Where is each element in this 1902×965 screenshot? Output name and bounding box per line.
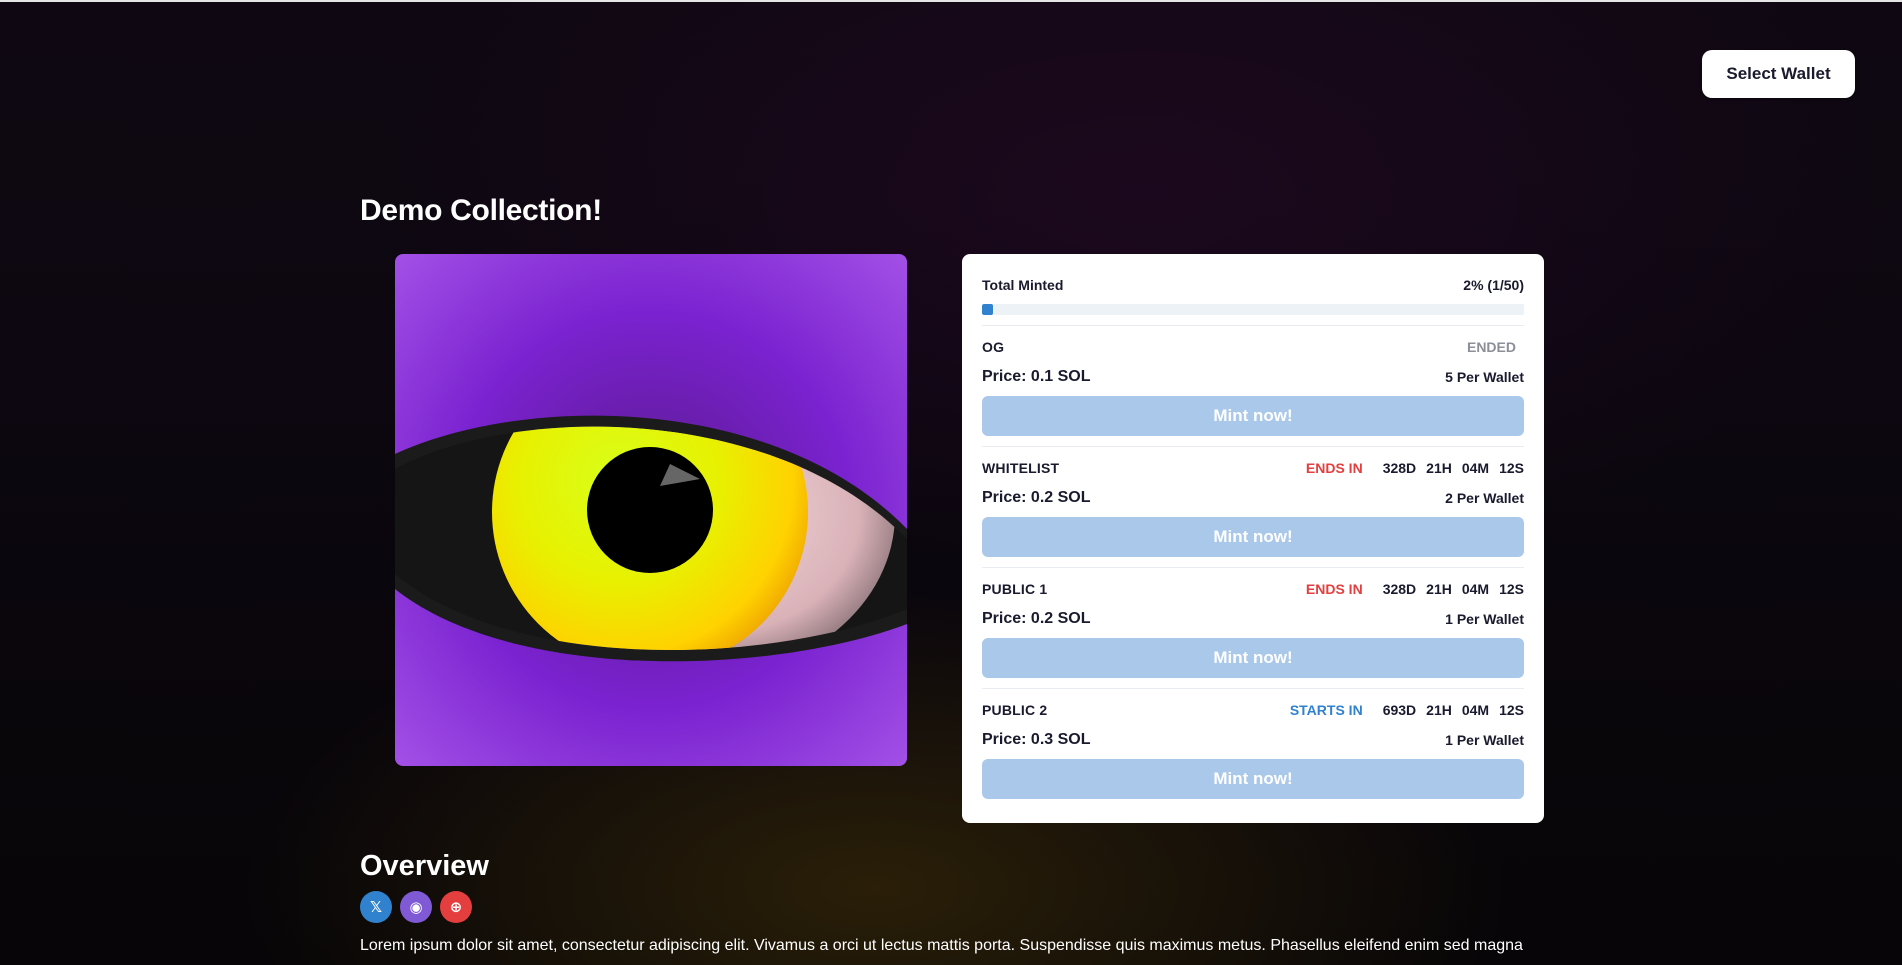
phase-header: WHITELIST ENDS IN 328D 21H 04M 12S — [982, 457, 1524, 479]
top-border — [0, 0, 1902, 2]
phase-per-wallet: 2 Per Wallet — [1445, 490, 1524, 506]
phase-price: Price: 0.1 SOL — [982, 368, 1091, 385]
countdown-segment: 04M — [1461, 581, 1490, 597]
phase-details: Price: 0.3 SOL 1 Per Wallet — [982, 729, 1524, 751]
phase-price: Price: 0.3 SOL — [982, 731, 1091, 748]
mint-now-button[interactable]: Mint now! — [982, 396, 1524, 436]
phase-price: Price: 0.2 SOL — [982, 610, 1091, 627]
mint-phase: PUBLIC 2 STARTS IN 693D 21H 04M 12S Price: 0.3… — [982, 689, 1524, 799]
phase-details: Price: 0.2 SOL 1 Per Wallet — [982, 608, 1524, 630]
globe-icon[interactable]: ⊕ — [440, 891, 472, 923]
countdown-segment: 12S — [1499, 581, 1524, 597]
phase-per-wallet: 5 Per Wallet — [1445, 369, 1524, 385]
x-twitter-icon[interactable]: 𝕏 — [360, 891, 392, 923]
total-minted-label: Total Minted — [982, 277, 1064, 293]
phase-status: STARTS IN 693D 21H 04M 12S — [1290, 702, 1524, 718]
countdown-segment: 693D — [1382, 702, 1417, 718]
mint-now-button[interactable]: Mint now! — [982, 759, 1524, 799]
phase-status-label: ENDS IN — [1305, 460, 1363, 476]
phase-name: PUBLIC 2 — [982, 702, 1048, 718]
countdown-segment: 12S — [1499, 702, 1524, 718]
countdown-segment: 328D — [1382, 581, 1417, 597]
countdown-segment: 04M — [1461, 460, 1490, 476]
phase-price: Price: 0.2 SOL — [982, 489, 1091, 506]
phase-per-wallet: 1 Per Wallet — [1445, 611, 1524, 627]
phase-status-label: STARTS IN — [1289, 702, 1363, 718]
overview-heading: Overview — [360, 850, 489, 882]
phase-details: Price: 0.1 SOL 5 Per Wallet — [982, 366, 1524, 388]
mint-now-button[interactable]: Mint now! — [982, 517, 1524, 557]
countdown-segment: 21H — [1426, 460, 1452, 476]
phase-status: ENDS IN 328D 21H 04M 12S — [1306, 460, 1524, 476]
countdown-segment: 04M — [1461, 702, 1490, 718]
countdown-segment: 12S — [1499, 460, 1524, 476]
countdown-segment: 328D — [1382, 460, 1417, 476]
discord-icon[interactable]: ◉ — [400, 891, 432, 923]
phase-status-label: ENDS IN — [1305, 581, 1363, 597]
phase-per-wallet: 1 Per Wallet — [1445, 732, 1524, 748]
collection-image — [395, 254, 907, 766]
collection-title: Demo Collection! — [360, 194, 602, 227]
collection-description: Lorem ipsum dolor sit amet, consectetur … — [360, 937, 1523, 954]
total-minted-value: 2% (1/50) — [1463, 277, 1524, 293]
select-wallet-button[interactable]: Select Wallet — [1702, 50, 1855, 98]
mint-progress-bar — [982, 304, 1524, 315]
mint-panel: Total Minted 2% (1/50) OG ENDED Price: 0.1… — [962, 254, 1544, 823]
total-minted-row: Total Minted 2% (1/50) — [982, 274, 1524, 296]
phase-name: WHITELIST — [982, 460, 1060, 476]
phase-name: PUBLIC 1 — [982, 581, 1048, 597]
mint-now-button[interactable]: Mint now! — [982, 638, 1524, 678]
social-links: 𝕏 ◉ ⊕ — [360, 891, 472, 923]
phase-details: Price: 0.2 SOL 2 Per Wallet — [982, 487, 1524, 509]
mint-phase: WHITELIST ENDS IN 328D 21H 04M 12S Price: 0.2 … — [982, 447, 1524, 568]
phase-status: ENDED — [1467, 339, 1524, 355]
phase-header: PUBLIC 1 ENDS IN 328D 21H 04M 12S — [982, 578, 1524, 600]
phase-header: OG ENDED — [982, 336, 1524, 358]
mint-progress-fill — [982, 304, 993, 315]
mint-phase: OG ENDED Price: 0.1 SOL 5 Per Wallet Mint no… — [982, 326, 1524, 447]
phase-name: OG — [982, 339, 1005, 355]
phase-status: ENDS IN 328D 21H 04M 12S — [1306, 581, 1524, 597]
countdown-segment: 21H — [1426, 581, 1452, 597]
countdown-segment: 21H — [1426, 702, 1452, 718]
phase-header: PUBLIC 2 STARTS IN 693D 21H 04M 12S — [982, 699, 1524, 721]
phase-status-label: ENDED — [1466, 339, 1516, 355]
mint-phase: PUBLIC 1 ENDS IN 328D 21H 04M 12S Price: 0.2 S… — [982, 568, 1524, 689]
